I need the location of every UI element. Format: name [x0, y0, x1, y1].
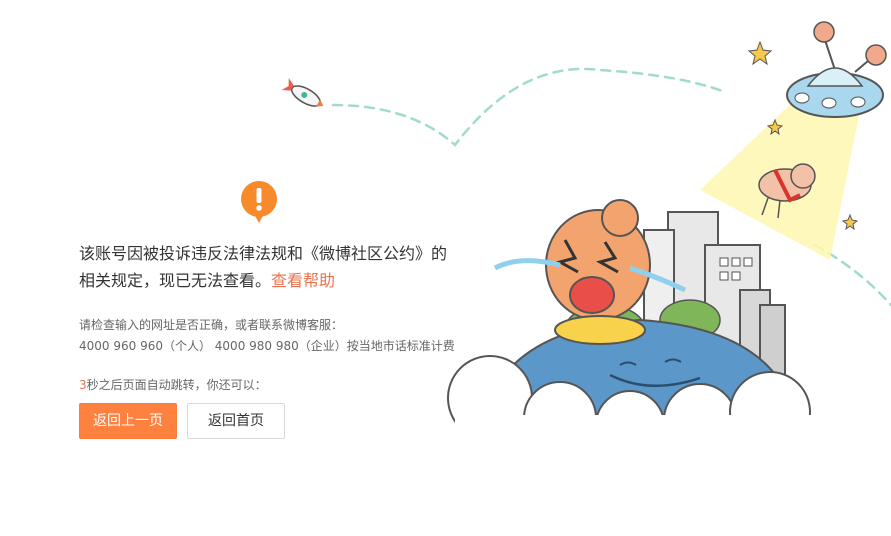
star [841, 213, 859, 231]
hint-line-2: 4000 960 960（个人） 4000 980 980（企业）按当地市话标准… [79, 339, 455, 353]
back-button[interactable]: 返回上一页 [79, 403, 177, 439]
contact-hint: 请检查输入的网址是否正确，或者联系微博客服： 4000 960 960（个人） … [79, 315, 459, 357]
countdown-seconds: 3 [79, 378, 87, 392]
error-page: 该账号因被投诉违反法律法规和《微博社区公约》的相关规定，现已无法查看。查看帮助 … [0, 0, 891, 536]
hint-line-1: 请检查输入的网址是否正确，或者联系微博客服： [79, 318, 344, 332]
star [747, 40, 773, 66]
error-main-text: 该账号因被投诉违反法律法规和《微博社区公约》的相关规定，现已无法查看。 [79, 244, 448, 290]
error-message: 该账号因被投诉违反法律法规和《微博社区公约》的相关规定，现已无法查看。查看帮助 [79, 240, 459, 294]
ufo-icon [786, 21, 887, 118]
redirect-notice: 3秒之后页面自动跳转，你还可以： [79, 377, 267, 393]
help-link[interactable]: 查看帮助 [271, 271, 335, 290]
redirect-text: 秒之后页面自动跳转，你还可以： [86, 378, 267, 392]
rocket-icon [281, 77, 324, 107]
dashed-trajectory [331, 67, 727, 147]
home-button[interactable]: 返回首页 [187, 403, 285, 439]
exclamation-icon [241, 181, 277, 223]
